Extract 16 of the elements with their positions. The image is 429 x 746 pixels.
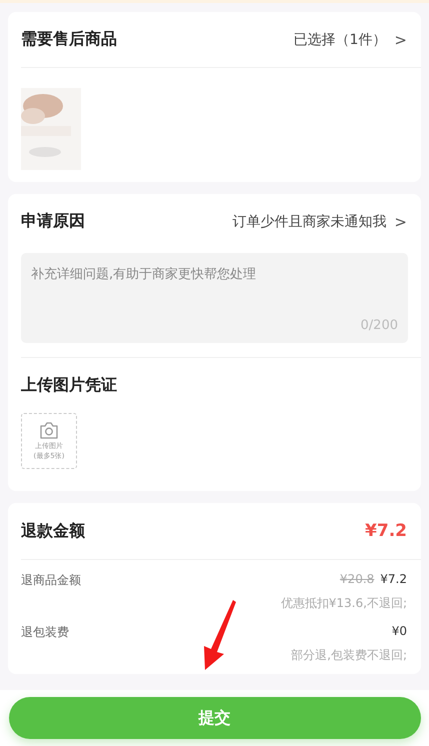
original-price: ¥20.8 [340,572,374,588]
selection-link[interactable]: 已选择（1件） > [294,30,407,48]
section-title: 申请原因 [21,211,85,232]
refund-note: 部分退,包装费不退回; [291,648,407,662]
section-title: 退款金额 [21,520,85,542]
refund-amount: ¥0 [392,624,407,640]
refund-label: 退商品金额 [21,572,81,589]
char-counter: 0/200 [360,318,398,333]
refund-label: 退包装费 [21,624,69,641]
camera-icon [39,422,59,438]
refund-total: ¥7.2 [365,521,407,541]
reason-selector[interactable]: 订单少件且商家未通知我 > [232,212,407,230]
refund-amount: ¥7.2 [380,572,407,588]
section-title: 上传图片凭证 [21,375,117,396]
refund-note: 优惠抵扣¥13.6,不退回; [280,596,407,610]
section-title: 需要售后商品 [21,29,117,50]
